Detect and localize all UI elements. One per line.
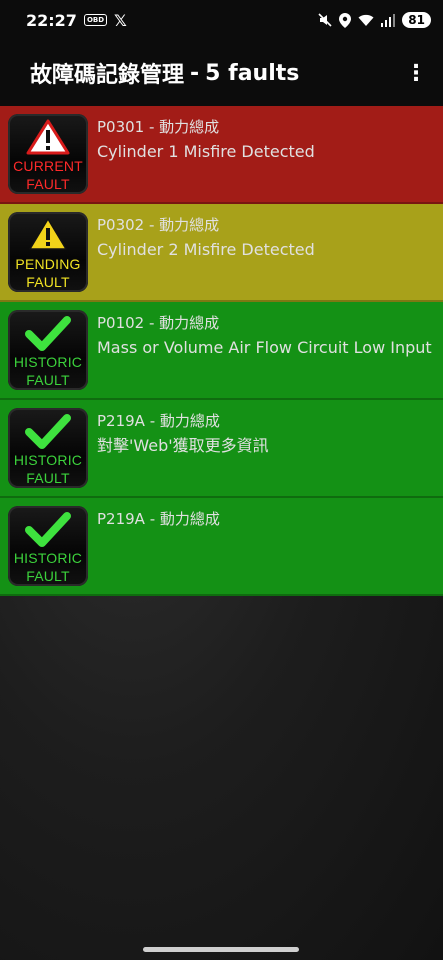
battery-indicator: 81 [402, 12, 431, 28]
title-separator: - [190, 60, 200, 86]
badge-line1: HISTORIC [13, 550, 83, 566]
badge-line1: HISTORIC [13, 354, 83, 370]
badge-line2: FAULT [26, 568, 70, 584]
fault-list: CURRENT FAULT P0301 - 動力總成 Cylinder 1 Mi… [0, 106, 443, 596]
app-bar: 故障碼記錄管理 - 5 faults ⋮ [0, 40, 443, 106]
fault-row[interactable]: CURRENT FAULT P0301 - 動力總成 Cylinder 1 Mi… [0, 106, 443, 204]
historic-fault-badge: HISTORIC FAULT [8, 506, 88, 586]
fault-row[interactable]: HISTORIC FAULT P0102 - 動力總成 Mass or Volu… [0, 302, 443, 400]
badge-line1: HISTORIC [13, 452, 83, 468]
more-options-icon[interactable]: ⋮ [405, 61, 427, 86]
signal-icon [381, 13, 396, 27]
historic-fault-badge: HISTORIC FAULT [8, 310, 88, 390]
fault-text: P219A - 動力總成 [97, 498, 220, 532]
badge-line2: FAULT [26, 176, 70, 192]
status-bar: 22:27 OBD 𝕏 81 [0, 0, 443, 40]
fault-code: P0302 - 動力總成 [97, 216, 220, 234]
fault-code: P219A - 動力總成 [97, 510, 220, 528]
fault-row[interactable]: HISTORIC FAULT P219A - 動力總成 [0, 498, 443, 596]
warning-triangle-icon [26, 119, 70, 155]
obd-icon: OBD [83, 14, 108, 26]
checkmark-icon [25, 414, 71, 449]
checkmark-icon [25, 316, 71, 351]
x-app-icon: 𝕏 [114, 10, 127, 30]
fault-row[interactable]: HISTORIC FAULT P219A - 動力總成 對擊'Web'獲取更多資… [0, 400, 443, 498]
badge-line2: FAULT [26, 372, 70, 388]
badge-line2: FAULT [26, 274, 70, 290]
badge-line1: CURRENT [13, 158, 83, 174]
checkmark-icon [25, 512, 71, 547]
fault-text: P219A - 動力總成 對擊'Web'獲取更多資訊 [97, 400, 269, 458]
fault-code: P0102 - 動力總成 [97, 314, 220, 332]
historic-fault-badge: HISTORIC FAULT [8, 408, 88, 488]
status-left: 22:27 OBD 𝕏 [26, 11, 127, 30]
pending-fault-badge: PENDING FAULT [8, 212, 88, 292]
fault-text: P0302 - 動力總成 Cylinder 2 Misfire Detected [97, 204, 315, 262]
fault-description: 對擊'Web'獲取更多資訊 [97, 436, 269, 455]
gesture-nav-bar[interactable] [143, 947, 299, 952]
fault-count: 5 faults [205, 60, 300, 86]
page-title: 故障碼記錄管理 [30, 63, 185, 88]
fault-code: P219A - 動力總成 [97, 412, 220, 430]
fault-description: Cylinder 1 Misfire Detected [97, 142, 315, 161]
location-icon [339, 12, 352, 28]
mute-icon [318, 13, 332, 27]
fault-description: Cylinder 2 Misfire Detected [97, 240, 315, 259]
badge-line1: PENDING [15, 256, 81, 272]
clock: 22:27 [26, 10, 77, 30]
warning-triangle-icon [29, 218, 67, 250]
fault-code: P0301 - 動力總成 [97, 118, 220, 136]
wifi-icon [358, 14, 374, 26]
status-right: 81 [318, 12, 431, 28]
fault-text: P0102 - 動力總成 Mass or Volume Air Flow Cir… [97, 302, 432, 360]
badge-line2: FAULT [26, 470, 70, 486]
current-fault-badge: CURRENT FAULT [8, 114, 88, 194]
fault-text: P0301 - 動力總成 Cylinder 1 Misfire Detected [97, 106, 315, 164]
fault-row[interactable]: PENDING FAULT P0302 - 動力總成 Cylinder 2 Mi… [0, 204, 443, 302]
fault-description: Mass or Volume Air Flow Circuit Low Inpu… [97, 338, 432, 357]
